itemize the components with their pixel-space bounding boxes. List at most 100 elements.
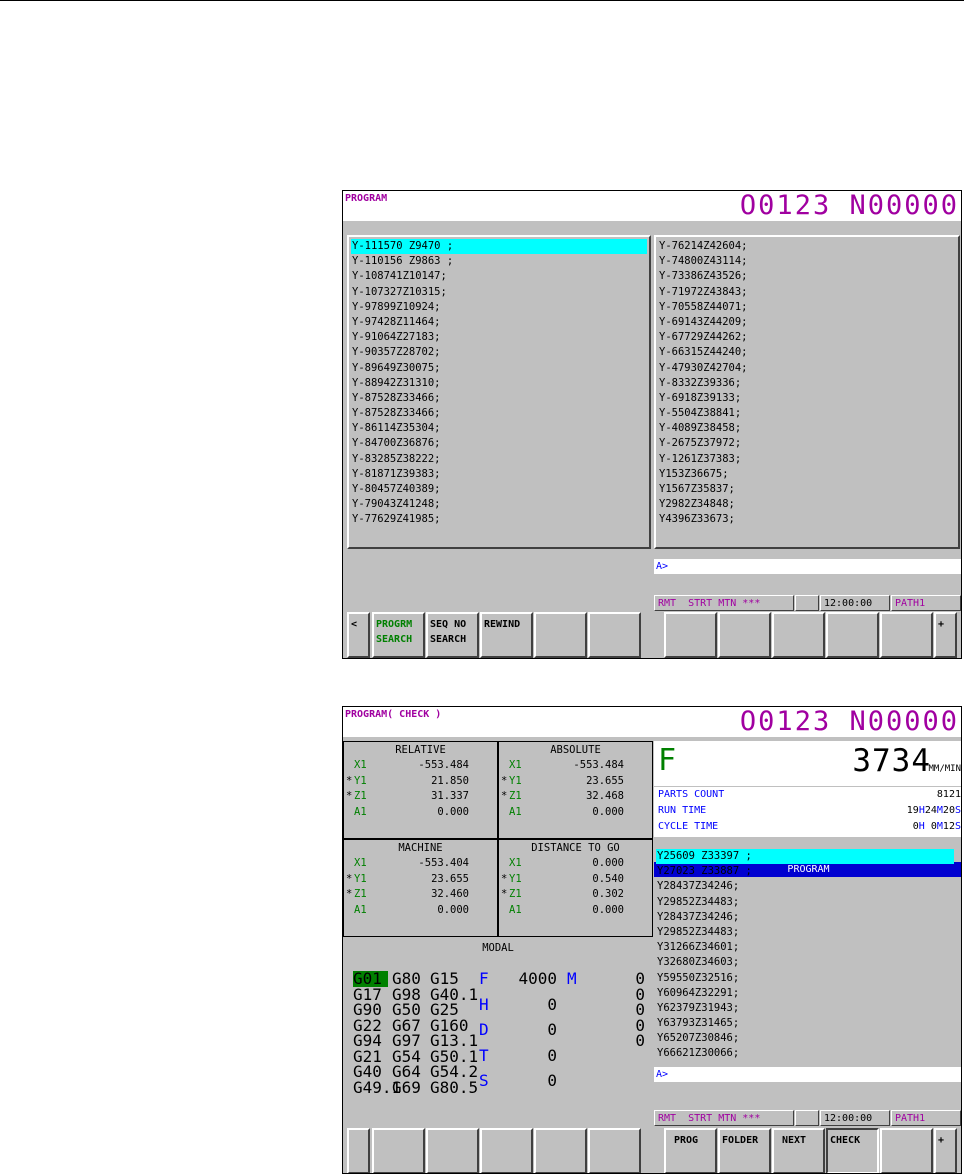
axis-row: * Z1 32.460 — [344, 887, 497, 903]
program-line[interactable]: Y29852Z34483; — [656, 895, 954, 910]
program-line[interactable]: Y-88942Z31310; — [351, 376, 647, 391]
program-line[interactable]: Y-71972Z43843; — [658, 285, 956, 300]
program-listing-right[interactable]: Y-76214Z42604; Y-74800Z43114; Y-73386Z4352… — [654, 235, 960, 549]
axis-marker: * — [346, 888, 353, 900]
modal-m-label: M — [567, 969, 577, 988]
program-line[interactable]: Y-66315Z44240; — [658, 345, 956, 360]
program-line[interactable]: Y-80457Z40389; — [351, 482, 647, 497]
program-line[interactable]: Y31266Z34601; — [656, 940, 954, 955]
program-line[interactable]: Y27023 Z33887 ; — [656, 864, 954, 879]
program-line[interactable]: Y62379Z31943; — [656, 1001, 954, 1016]
softkey-4[interactable] — [534, 612, 587, 658]
softkey-rewind[interactable]: REWIND — [480, 612, 533, 658]
softkey-10[interactable] — [880, 612, 933, 658]
status-blank — [795, 595, 819, 611]
program-line[interactable]: Y-97428Z11464; — [351, 315, 647, 330]
status-mode: RMT STRT MTN *** — [654, 595, 794, 611]
program-line[interactable]: Y-79043Z41248; — [351, 497, 647, 512]
softkey-back[interactable]: < — [347, 612, 370, 658]
softkey-9[interactable] — [826, 612, 879, 658]
axis-value: 0.000 — [437, 903, 469, 916]
axis-value: 23.655 — [586, 774, 624, 787]
program-line[interactable]: Y28437Z34246; — [656, 910, 954, 925]
softkey-10[interactable] — [880, 1128, 933, 1173]
softkey-next[interactable]: NEXT — [772, 1128, 825, 1173]
program-line[interactable]: Y4396Z33673; — [658, 512, 956, 527]
program-line[interactable]: Y66621Z30066; — [656, 1046, 954, 1061]
program-line[interactable]: Y-76214Z42604; — [658, 239, 956, 254]
softkey-8[interactable] — [772, 612, 825, 658]
modal-title: MODAL — [482, 942, 514, 954]
screen-title: PROGRAM — [345, 193, 388, 204]
program-line[interactable]: Y-74800Z43114; — [658, 254, 956, 269]
program-line[interactable]: Y-1261Z37383; — [658, 452, 956, 467]
softkey-folder[interactable]: FOLDER — [718, 1128, 771, 1173]
softkey-6[interactable] — [664, 612, 717, 658]
program-listing-left[interactable]: Y-111570 Z9470 ; Y-110156 Z9863 ; Y-108741… — [347, 235, 651, 549]
softkey-next-menu[interactable]: + — [934, 612, 957, 658]
program-line[interactable]: Y60964Z32291; — [656, 986, 954, 1001]
program-line[interactable]: Y-70558Z44071; — [658, 300, 956, 315]
program-line[interactable]: Y-86114Z35304; — [351, 421, 647, 436]
key-input-line[interactable]: A> — [654, 1067, 961, 1082]
program-line[interactable]: Y-89649Z30075; — [351, 361, 647, 376]
program-line[interactable]: Y-84700Z36876; — [351, 436, 647, 451]
axis-row: A1 0.000 — [499, 805, 652, 821]
program-line[interactable]: Y-87528Z33466; — [351, 391, 647, 406]
program-line[interactable]: Y-81871Z39383; — [351, 467, 647, 482]
program-listing[interactable]: Y25609 Z33397 ; Y27023 Z33887 ; Y28437Z342… — [654, 847, 961, 1067]
program-line[interactable]: Y-8332Z39336; — [658, 376, 956, 391]
axis-row: X1 -553.404 — [344, 856, 497, 872]
softkey-1[interactable] — [372, 1128, 425, 1173]
program-line[interactable]: Y1567Z35837; — [658, 482, 956, 497]
program-line[interactable]: Y-6918Z39133; — [658, 391, 956, 406]
softkey-check[interactable]: CHECK — [826, 1128, 879, 1173]
softkey-4[interactable] — [534, 1128, 587, 1173]
axis-marker: * — [346, 774, 353, 787]
run-time-label: RUN TIME — [658, 805, 707, 816]
program-line[interactable]: Y-47930Z42704; — [658, 361, 956, 376]
softkey-next-menu[interactable]: + — [934, 1128, 957, 1173]
softkey-program-search[interactable]: PROGRM SEARCH — [372, 612, 425, 658]
axis-row: * Z1 0.302 — [499, 887, 652, 903]
program-line[interactable]: Y-67729Z44262; — [658, 330, 956, 345]
program-line[interactable]: Y25609 Z33397 ; — [656, 849, 954, 865]
softkey-5[interactable] — [588, 1128, 641, 1173]
program-check-screen: PROGRAM( CHECK ) O0123 N00000 RELATIVE X… — [342, 706, 962, 1174]
softkey-back[interactable] — [347, 1128, 370, 1173]
program-line[interactable]: Y-4089Z38458; — [658, 421, 956, 436]
program-line[interactable]: Y-83285Z38222; — [351, 452, 647, 467]
key-input-line[interactable]: A> — [654, 559, 961, 574]
softkey-3[interactable] — [480, 1128, 533, 1173]
program-line[interactable]: Y-91064Z27183; — [351, 330, 647, 345]
axis-row: X1 0.000 — [499, 856, 652, 872]
program-line[interactable]: Y-110156 Z9863 ; — [351, 254, 647, 269]
program-line[interactable]: Y-73386Z43526; — [658, 269, 956, 284]
program-line[interactable]: Y29852Z34483; — [656, 925, 954, 940]
program-line[interactable]: Y32680Z34603; — [656, 955, 954, 970]
softkey-prog[interactable]: PROG — [664, 1128, 717, 1173]
program-line[interactable]: Y-77629Z41985; — [351, 512, 647, 527]
program-line[interactable]: Y-107327Z10315; — [351, 285, 647, 300]
program-line[interactable]: Y-69143Z44209; — [658, 315, 956, 330]
axis-name: Z1 — [509, 888, 522, 900]
softkey-seq-no-search[interactable]: SEQ NO SEARCH — [426, 612, 479, 658]
program-line[interactable]: Y-87528Z33466; — [351, 406, 647, 421]
program-line[interactable]: Y-97899Z10924; — [351, 300, 647, 315]
modal-param-value: 0 — [547, 1071, 557, 1090]
program-line[interactable]: Y-108741Z10147; — [351, 269, 647, 284]
modal-param-value: 0 — [547, 994, 557, 1014]
program-line[interactable]: Y153Z36675; — [658, 467, 956, 482]
softkey-7[interactable] — [718, 612, 771, 658]
program-line[interactable]: Y-111570 Z9470 ; — [351, 239, 647, 255]
program-line[interactable]: Y65207Z30846; — [656, 1031, 954, 1046]
softkey-5[interactable] — [588, 612, 641, 658]
program-line[interactable]: Y-2675Z37972; — [658, 436, 956, 451]
program-line[interactable]: Y59550Z32516; — [656, 971, 954, 986]
program-line[interactable]: Y28437Z34246; — [656, 879, 954, 894]
program-line[interactable]: Y-90357Z28702; — [351, 345, 647, 360]
program-line[interactable]: Y63793Z31465; — [656, 1016, 954, 1031]
program-line[interactable]: Y-5504Z38841; — [658, 406, 956, 421]
program-line[interactable]: Y2982Z34848; — [658, 497, 956, 512]
softkey-2[interactable] — [426, 1128, 479, 1173]
